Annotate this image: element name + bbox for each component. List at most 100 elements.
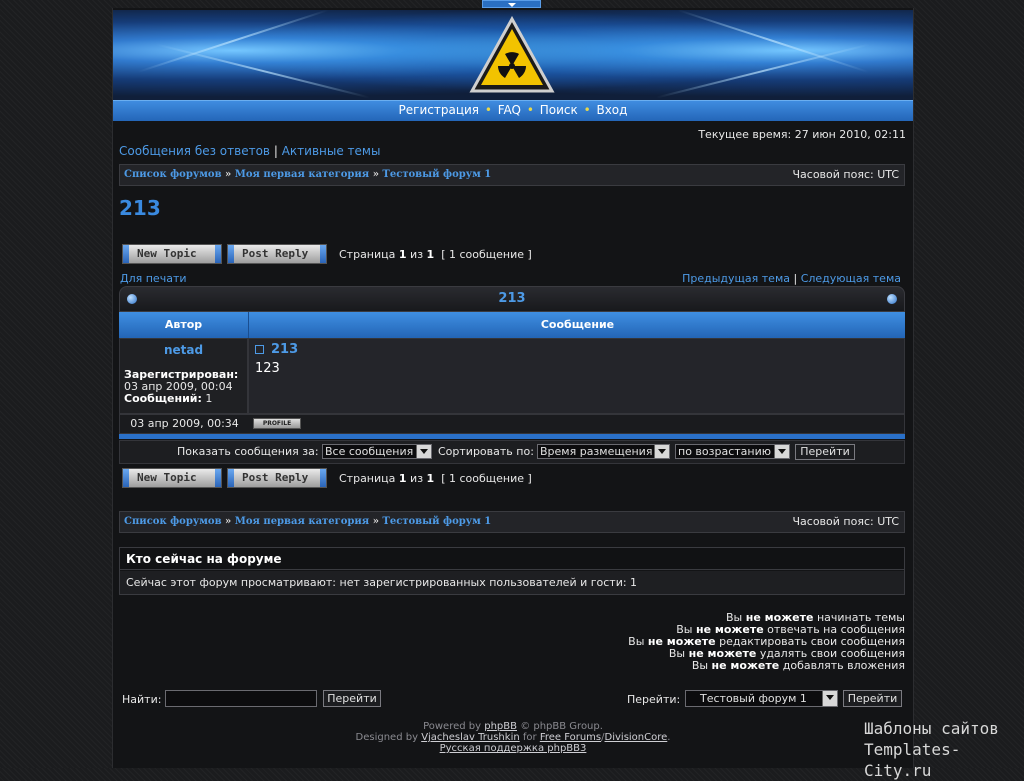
show-posts-select[interactable]: Все сообщения xyxy=(322,444,432,459)
of-word: из xyxy=(410,472,424,485)
topic-table-title[interactable]: 213 xyxy=(498,291,525,306)
search-label: Найти: xyxy=(122,693,162,706)
breadcrumb-forum[interactable]: Тестовый форум 1 xyxy=(382,169,491,180)
post-author-cell: netad Зарегистрирован: 03 апр 2009, 00:0… xyxy=(119,338,248,414)
chevron-down-icon[interactable] xyxy=(774,445,789,458)
filter-go-button[interactable]: Перейти xyxy=(795,444,855,460)
breadcrumb-category[interactable]: Моя первая категория xyxy=(235,169,369,180)
who-is-online-box: Кто сейчас на форуме Сейчас этот форум п… xyxy=(119,547,905,595)
page-word: Страница xyxy=(339,472,396,485)
post-message-cell: 213 123 xyxy=(248,338,905,414)
permission-line: Вы не можете добавлять вложения xyxy=(691,659,905,672)
nav-separator: • xyxy=(583,103,591,117)
active-topics-link[interactable]: Активные темы xyxy=(282,144,381,158)
page-total: 1 xyxy=(426,472,435,485)
profile-button[interactable]: PROFILE xyxy=(253,418,301,429)
link-separator: | xyxy=(273,144,278,158)
show-posts-label: Показать сообщения за: xyxy=(177,445,319,458)
russian-support-link[interactable]: Русская поддержка phpBB3 xyxy=(440,743,587,754)
faq-link[interactable]: FAQ xyxy=(498,103,521,117)
current-time: Текущее время: 27 июн 2010, 02:11 xyxy=(698,128,906,141)
breadcrumb-separator: » xyxy=(372,169,379,180)
site-header-banner xyxy=(113,10,913,100)
chevron-down-icon[interactable] xyxy=(416,445,431,458)
next-topic-link[interactable]: Следующая тема xyxy=(801,272,901,285)
sort-by-select[interactable]: Время размещения xyxy=(537,444,670,459)
footer-line-1: Powered by phpBB © phpBB Group. xyxy=(423,721,603,732)
search-input[interactable] xyxy=(165,690,317,707)
of-word: из xyxy=(410,248,424,261)
breadcrumb: Список форумов » Моя первая категория » … xyxy=(124,165,491,185)
top-nav: Регистрация • FAQ • Поиск • Вход xyxy=(113,100,913,121)
collapse-header-tab[interactable] xyxy=(482,0,541,8)
sort-order-select[interactable]: по возрастанию xyxy=(675,444,790,459)
page-footer: Powered by phpBB © phpBB Group. Designed… xyxy=(113,721,913,754)
sort-order-value: по возрастанию xyxy=(678,445,772,458)
chevron-down-icon[interactable] xyxy=(654,445,669,458)
page-total: 1 xyxy=(426,248,435,261)
new-topic-button-bottom[interactable]: New Topic xyxy=(122,468,222,488)
jump-label: Перейти: xyxy=(627,693,681,706)
breadcrumb: Список форумов » Моя первая категория » … xyxy=(124,512,491,532)
quick-links: Сообщения без ответов | Активные темы xyxy=(119,144,380,158)
sort-by-value: Время размещения xyxy=(540,445,653,458)
permissions-list: Вы не можете начинать темы Вы не можете … xyxy=(405,612,905,672)
jump-go-button[interactable]: Перейти xyxy=(843,690,902,707)
breadcrumb-separator: » xyxy=(225,169,232,180)
post-count: [ 1 сообщение ] xyxy=(441,472,532,485)
who-is-online-title: Кто сейчас на форуме xyxy=(120,548,904,570)
post-reply-button-bottom[interactable]: Post Reply xyxy=(227,468,327,488)
pagination-top: Страница 1 из 1 [ 1 сообщение ] xyxy=(339,248,532,261)
footer-line-2: Designed by Vjacheslav Trushkin for Free… xyxy=(355,732,671,743)
topic-title[interactable]: 213 xyxy=(119,196,161,220)
print-link[interactable]: Для печати xyxy=(120,272,187,285)
display-options-row: Показать сообщения за: Все сообщения Сор… xyxy=(119,440,905,464)
new-topic-button[interactable]: New Topic xyxy=(122,244,222,264)
col-author: Автор xyxy=(164,318,203,331)
register-link[interactable]: Регистрация xyxy=(399,103,479,117)
breadcrumb-separator: » xyxy=(372,516,379,527)
post-footer-row: 03 апр 2009, 00:34 PROFILE xyxy=(119,414,905,434)
designer-link[interactable]: Vjacheslav Trushkin xyxy=(421,732,520,743)
column-headers: Автор Сообщение xyxy=(119,312,905,338)
pagination-bottom: Страница 1 из 1 [ 1 сообщение ] xyxy=(339,472,532,485)
search-link[interactable]: Поиск xyxy=(540,103,578,117)
author-details: Зарегистрирован: 03 апр 2009, 00:04 Сооб… xyxy=(124,369,246,405)
bullet-icon xyxy=(127,294,137,304)
topic-table-header: 213 xyxy=(119,286,905,312)
post-author[interactable]: netad xyxy=(120,343,247,357)
radiation-logo-icon[interactable] xyxy=(469,16,555,96)
search-go-button[interactable]: Перейти xyxy=(323,690,381,707)
watermark-line-1: Шаблоны сайтов xyxy=(864,719,999,738)
chevron-down-icon[interactable] xyxy=(822,691,837,706)
login-link[interactable]: Вход xyxy=(596,103,627,117)
page-word: Страница xyxy=(339,248,396,261)
breadcrumb-forum-index[interactable]: Список форумов xyxy=(124,169,222,180)
nav-separator: • xyxy=(526,103,534,117)
col-message: Сообщение xyxy=(248,312,906,338)
breadcrumb-bar-top: Список форумов » Моя первая категория » … xyxy=(119,164,905,186)
free-forums-link[interactable]: Free Forums xyxy=(540,732,601,743)
timezone-label: Часовой пояс: UTC xyxy=(792,168,899,181)
topic-nav-separator: | xyxy=(793,272,798,285)
prev-topic-link[interactable]: Предыдущая тема xyxy=(682,272,790,285)
posts-label: Сообщений: xyxy=(124,392,202,405)
unanswered-posts-link[interactable]: Сообщения без ответов xyxy=(119,144,270,158)
divisioncore-link[interactable]: DivisionCore xyxy=(605,732,668,743)
post-reply-button[interactable]: Post Reply xyxy=(227,244,327,264)
who-is-online-text: Сейчас этот форум просматривают: нет зар… xyxy=(120,571,904,594)
show-posts-value: Все сообщения xyxy=(325,445,414,458)
topic-table: 213 Автор Сообщение netad Зарегистрирова… xyxy=(119,286,905,446)
breadcrumb-forum-index[interactable]: Список форумов xyxy=(124,516,222,527)
post-subject[interactable]: 213 xyxy=(271,342,298,357)
jump-forum-select[interactable]: Тестовый форум 1 xyxy=(685,690,838,707)
post-link-icon[interactable] xyxy=(255,345,264,354)
posts-value: 1 xyxy=(205,392,213,405)
phpbb-link[interactable]: phpBB xyxy=(484,721,517,732)
topic-navigation: Предыдущая тема | Следующая тема xyxy=(682,272,901,285)
watermark: Шаблоны сайтов Templates-City.ru xyxy=(864,718,1024,781)
post-date: 03 апр 2009, 00:34 xyxy=(130,417,239,430)
breadcrumb-category[interactable]: Моя первая категория xyxy=(235,516,369,527)
footer-line-3: Русская поддержка phpBB3 xyxy=(113,743,913,754)
breadcrumb-forum[interactable]: Тестовый форум 1 xyxy=(382,516,491,527)
